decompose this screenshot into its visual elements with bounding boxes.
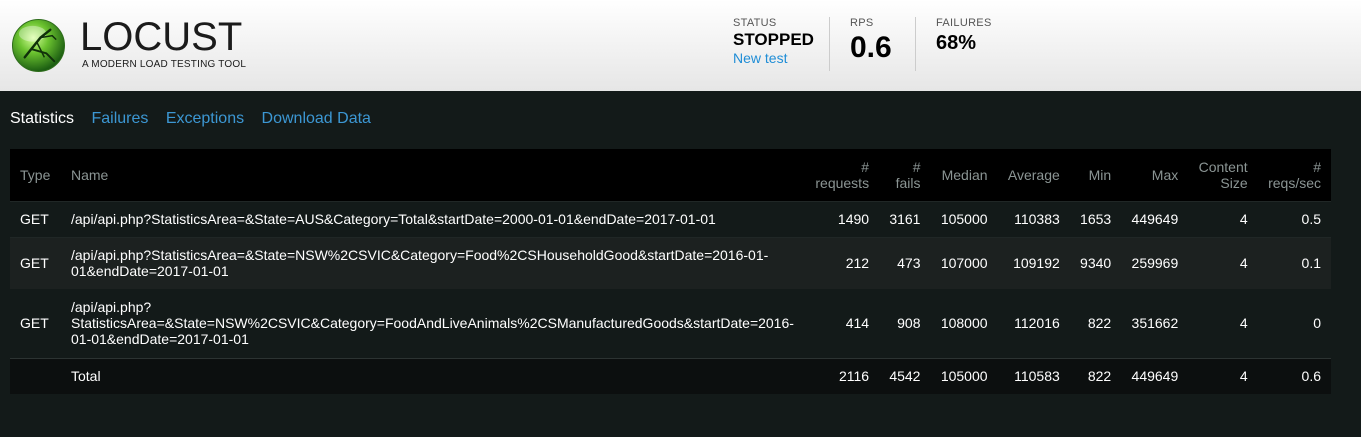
col-min[interactable]: Min — [1069, 149, 1122, 201]
status-box: STATUS STOPPED New test — [733, 17, 828, 71]
total-name: Total — [61, 357, 805, 394]
locust-logo-icon — [11, 18, 66, 73]
cell-type: GET — [10, 236, 61, 289]
cell-min: 822 — [1069, 289, 1122, 358]
col-requests-l2: requests — [815, 174, 870, 191]
table-total-row: Total 2116 4542 105000 110583 822 449649… — [10, 357, 1331, 394]
col-content-l1: Content — [1198, 158, 1248, 175]
cell-reqs-sec: 0.5 — [1257, 200, 1331, 237]
cell-name-line: StatisticsArea=&State=NSW%2CSVIC&Categor… — [71, 315, 794, 332]
cell-name: /api/api.php?StatisticsArea=&State=AUS&C… — [61, 200, 805, 237]
new-test-link[interactable]: New test — [733, 49, 828, 67]
cell-reqs-sec: 0.1 — [1257, 236, 1331, 289]
table-row: GET /api/api.php?StatisticsArea=&State=N… — [10, 289, 1331, 358]
tab-bar: Statistics Failures Exceptions Download … — [10, 110, 384, 130]
cell-min: 9340 — [1069, 236, 1122, 289]
cell-min: 1653 — [1069, 200, 1122, 237]
tab-exceptions[interactable]: Exceptions — [166, 110, 244, 128]
cell-median: 107000 — [930, 236, 998, 289]
cell-type: GET — [10, 289, 61, 358]
cell-fails: 473 — [879, 236, 931, 289]
rps-label: RPS — [850, 17, 874, 29]
rps-box: RPS 0.6 — [829, 17, 915, 71]
cell-requests: 1490 — [805, 200, 880, 237]
header-bar: LOCUST A MODERN LOAD TESTING TOOL STATUS… — [0, 0, 1361, 91]
cell-fails: 3161 — [879, 200, 931, 237]
cell-requests: 414 — [805, 289, 880, 358]
col-reqs-sec[interactable]: # reqs/sec — [1257, 149, 1331, 201]
cell-content-size: 4 — [1188, 289, 1258, 358]
statistics-table: Type Name # requests # fails Median Averag… — [10, 149, 1331, 394]
status-label: STATUS — [733, 17, 777, 29]
col-reqs-l1: # — [1313, 158, 1321, 175]
cell-average: 112016 — [997, 289, 1070, 358]
total-requests: 2116 — [805, 357, 880, 394]
cell-name-line: 01&endDate=2017-01-01 — [71, 263, 229, 280]
total-median: 105000 — [930, 357, 998, 394]
col-reqs-l2: reqs/sec — [1268, 174, 1321, 191]
logo-title: LOCUST — [80, 15, 243, 59]
total-min: 822 — [1069, 357, 1122, 394]
total-reqs-sec: 0.6 — [1257, 357, 1331, 394]
col-name[interactable]: Name — [61, 149, 805, 201]
cell-requests: 212 — [805, 236, 880, 289]
col-fails[interactable]: # fails — [879, 149, 931, 201]
cell-max: 259969 — [1121, 236, 1189, 289]
cell-name: /api/api.php?StatisticsArea=&State=NSW%2… — [61, 236, 805, 289]
total-type — [10, 357, 61, 394]
tab-statistics[interactable]: Statistics — [10, 110, 74, 128]
total-max: 449649 — [1121, 357, 1189, 394]
cell-name: /api/api.php?StatisticsArea=&State=NSW%2… — [61, 289, 805, 358]
cell-name-line: 01-01&endDate=2017-01-01 — [71, 331, 249, 348]
cell-content-size: 4 — [1188, 236, 1258, 289]
tab-download-data[interactable]: Download Data — [262, 110, 371, 128]
cell-median: 105000 — [930, 200, 998, 237]
cell-name-line: /api/api.php? — [71, 299, 152, 316]
table-row: GET /api/api.php?StatisticsArea=&State=N… — [10, 236, 1331, 289]
col-fails-l1: # — [912, 158, 921, 175]
table-row: GET /api/api.php?StatisticsArea=&State=A… — [10, 200, 1331, 237]
failures-box: FAILURES 68% — [915, 17, 1025, 71]
cell-reqs-sec: 0 — [1257, 289, 1331, 358]
col-fails-l2: fails — [895, 174, 921, 191]
logo-subtitle: A MODERN LOAD TESTING TOOL — [82, 59, 247, 70]
logo[interactable]: LOCUST A MODERN LOAD TESTING TOOL — [11, 15, 251, 75]
tab-failures[interactable]: Failures — [91, 110, 148, 128]
col-content-size[interactable]: Content Size — [1188, 149, 1258, 201]
col-type[interactable]: Type — [10, 149, 61, 201]
col-average[interactable]: Average — [997, 149, 1070, 201]
failures-label: FAILURES — [936, 17, 992, 29]
col-max[interactable]: Max — [1121, 149, 1189, 201]
cell-content-size: 4 — [1188, 200, 1258, 237]
cell-median: 108000 — [930, 289, 998, 358]
cell-type: GET — [10, 200, 61, 237]
rps-value: 0.6 — [850, 31, 892, 64]
col-requests[interactable]: # requests — [805, 149, 880, 201]
cell-name-line: /api/api.php?StatisticsArea=&State=NSW%2… — [71, 247, 769, 264]
table-header-row: Type Name # requests # fails Median Averag… — [10, 149, 1331, 201]
cell-average: 109192 — [997, 236, 1070, 289]
cell-average: 110383 — [997, 200, 1070, 237]
col-content-l2: Size — [1220, 174, 1248, 191]
total-fails: 4542 — [879, 357, 931, 394]
total-average: 110583 — [997, 357, 1070, 394]
cell-max: 351662 — [1121, 289, 1189, 358]
failures-value: 68% — [936, 32, 977, 54]
cell-max: 449649 — [1121, 200, 1189, 237]
cell-fails: 908 — [879, 289, 931, 358]
col-median[interactable]: Median — [930, 149, 998, 201]
total-content-size: 4 — [1188, 357, 1258, 394]
col-requests-l1: # — [861, 158, 870, 175]
status-value: STOPPED — [733, 30, 814, 49]
